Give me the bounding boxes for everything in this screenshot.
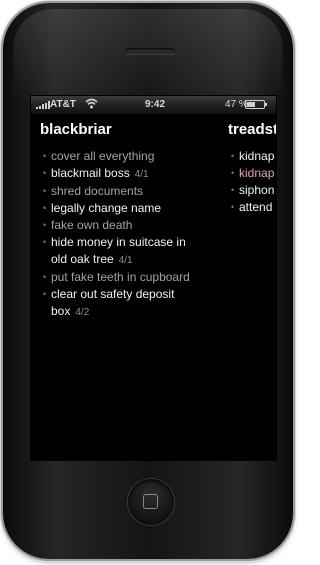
- task-text: clear out safety deposit: [51, 287, 175, 301]
- battery-level-fill: [247, 102, 255, 107]
- list-title[interactable]: treadst: [228, 121, 276, 139]
- task-item[interactable]: • kidnap: [219, 165, 276, 182]
- task-text: hide money in suitcase in: [51, 235, 186, 249]
- bullet-icon: •: [231, 168, 235, 178]
- home-button[interactable]: [128, 479, 174, 525]
- bullet-icon: •: [43, 272, 47, 282]
- carrier-name: AT&T: [50, 99, 76, 110]
- task-text: put fake teeth in cupboard: [51, 270, 190, 284]
- bullet-icon: •: [43, 186, 47, 196]
- phone-screen: AT&T 9:42 47 % blackbriar • cover all eve…: [31, 96, 276, 460]
- status-bar: AT&T 9:42 47 %: [31, 96, 276, 115]
- due-date: 4/1: [134, 169, 149, 180]
- phone-frame: AT&T 9:42 47 % blackbriar • cover all eve…: [3, 3, 293, 559]
- task-item[interactable]: • attend a: [219, 199, 276, 216]
- task-text: attend a: [239, 200, 276, 214]
- battery-icon: [245, 100, 267, 109]
- bullet-icon: •: [43, 151, 47, 161]
- bullet-icon: •: [43, 237, 47, 247]
- bullet-icon: •: [231, 185, 235, 195]
- task-list-treadstone[interactable]: treadst • kidnap • kidnap • siphon • attend a: [219, 115, 276, 216]
- task-item[interactable]: • legally change name: [31, 200, 216, 217]
- task-item[interactable]: • siphon: [219, 182, 276, 199]
- signal-icon: [36, 101, 50, 109]
- bullet-icon: •: [43, 203, 47, 213]
- task-text: box: [51, 304, 71, 318]
- task-list-blackbriar[interactable]: blackbriar • cover all everything • blackma…: [31, 115, 216, 321]
- due-date: 4/2: [75, 307, 90, 318]
- bullet-icon: •: [43, 168, 47, 178]
- task-item[interactable]: • kidnap: [219, 148, 276, 165]
- bullet-icon: •: [231, 151, 235, 161]
- wifi-icon: [85, 98, 98, 109]
- task-text: legally change name: [51, 201, 162, 215]
- task-text: cover all everything: [51, 149, 155, 163]
- task-item[interactable]: • put fake teeth in cupboard: [31, 269, 216, 286]
- task-text: blackmail boss: [51, 166, 130, 180]
- task-text: old oak tree: [51, 252, 114, 266]
- task-item[interactable]: • blackmail boss 4/1: [31, 165, 216, 183]
- earpiece-speaker: [125, 48, 175, 54]
- task-item[interactable]: • clear out safety deposit box 4/2: [31, 286, 216, 321]
- status-time: 9:42: [144, 99, 165, 110]
- task-items: • cover all everything • blackmail boss 4/1 •…: [31, 148, 216, 321]
- task-items: • kidnap • kidnap • siphon • attend a: [219, 148, 276, 216]
- bullet-icon: •: [43, 220, 47, 230]
- task-item[interactable]: • cover all everything: [31, 148, 216, 165]
- task-text: kidnap: [239, 166, 275, 180]
- task-text: kidnap: [239, 149, 275, 163]
- task-item[interactable]: • hide money in suitcase in old oak tree 4/…: [31, 234, 216, 269]
- bullet-icon: •: [231, 202, 235, 212]
- task-item[interactable]: • fake own death: [31, 217, 216, 234]
- task-text: shred documents: [51, 184, 144, 198]
- task-text: siphon: [239, 183, 275, 197]
- task-text: fake own death: [51, 218, 133, 232]
- bullet-icon: •: [43, 289, 47, 299]
- list-title[interactable]: blackbriar: [40, 121, 216, 139]
- home-square-icon: [143, 494, 158, 509]
- due-date: 4/1: [118, 255, 133, 266]
- task-item[interactable]: • shred documents: [31, 183, 216, 200]
